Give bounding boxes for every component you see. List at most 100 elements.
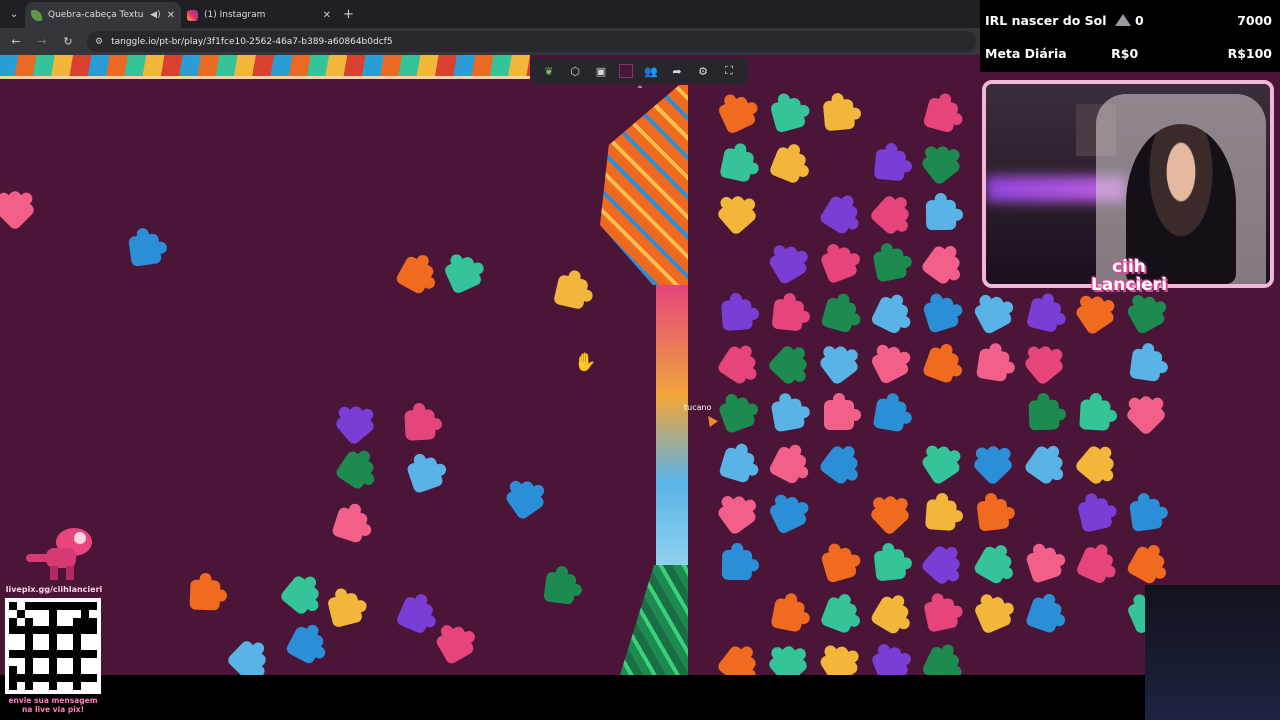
puzzle-piece[interactable] [819,595,859,635]
puzzle-piece[interactable] [0,188,37,232]
puzzle-piece[interactable] [872,247,908,283]
tab-instagram[interactable]: (1) Instagram ✕ [181,2,337,28]
url-field[interactable]: ⚙ tanggle.io/pt-br/play/3f1fce10-2562-46… [87,31,976,52]
close-icon[interactable]: ✕ [323,10,331,21]
puzzle-piece[interactable] [868,193,912,237]
puzzle-piece[interactable] [553,274,589,310]
puzzle-piece[interactable] [920,244,962,286]
puzzle-piece[interactable] [1074,294,1116,336]
puzzle-piece[interactable] [869,594,911,636]
puzzle-piece[interactable] [872,397,908,433]
puzzle-piece[interactable] [1077,497,1113,533]
puzzle-piece[interactable] [817,443,861,487]
puzzle-piece[interactable] [868,493,912,537]
settings-icon[interactable]: ⚙ [695,63,711,79]
puzzle-piece[interactable] [1025,296,1063,334]
puzzle-piece[interactable] [870,645,910,675]
puzzle-piece[interactable] [334,449,376,491]
speaker-icon[interactable]: ◀) [150,10,160,20]
puzzle-piece[interactable] [1075,545,1115,585]
puzzle-piece[interactable] [718,446,756,484]
puzzle-piece[interactable] [818,194,860,236]
puzzle-piece[interactable] [767,444,809,486]
puzzle-piece[interactable] [972,294,1014,336]
puzzle-piece[interactable] [925,199,957,231]
puzzle-piece[interactable] [1028,399,1060,431]
puzzle-piece[interactable] [922,96,960,134]
puzzle-piece[interactable] [924,498,958,532]
puzzle-piece[interactable] [1024,595,1064,635]
site-info-icon[interactable]: ⚙ [95,37,103,47]
puzzle-piece[interactable] [128,233,162,267]
collapse-toolbar-icon[interactable]: ⌃ [630,85,650,99]
puzzle-piece[interactable] [824,393,861,430]
puzzle-piece[interactable] [1073,443,1117,487]
puzzle-piece[interactable] [822,98,856,132]
tab-puzzle[interactable]: Quebra-cabeça Texturas ◀) ✕ [25,2,181,28]
puzzle-piece[interactable] [768,145,808,185]
fullscreen-icon[interactable]: ⛶ [721,63,737,79]
reload-icon[interactable]: ↻ [61,35,75,48]
share-icon[interactable]: ➦ [669,63,685,79]
puzzle-piece[interactable] [434,624,476,666]
puzzle-piece[interactable] [766,643,810,675]
puzzle-piece[interactable] [715,193,759,237]
puzzle-piece[interactable] [817,343,861,387]
puzzle-piece[interactable] [921,345,961,385]
puzzle-piece[interactable] [923,597,959,633]
puzzle-piece[interactable] [921,645,961,675]
puzzle-piece[interactable] [720,298,754,332]
puzzle-piece[interactable] [819,245,859,285]
puzzle-piece[interactable] [767,494,809,536]
puzzle-piece[interactable] [922,296,960,334]
puzzle-piece[interactable] [818,644,860,675]
puzzle-piece[interactable] [326,591,364,629]
puzzle-piece[interactable] [189,579,221,611]
puzzle-piece[interactable] [766,343,810,387]
puzzle-piece[interactable] [873,148,907,182]
puzzle-piece[interactable] [770,597,806,633]
puzzle-piece[interactable] [716,494,758,536]
puzzle-piece[interactable] [721,549,753,581]
forward-icon[interactable]: → [35,35,49,48]
puzzle-piece[interactable] [919,143,963,187]
puzzle-piece[interactable] [975,347,1011,383]
puzzle-piece[interactable] [716,344,758,386]
puzzle-piece[interactable] [333,403,377,447]
puzzle-piece[interactable] [717,395,757,435]
leaf-icon[interactable]: ❦ [541,63,557,79]
puzzle-piece[interactable] [920,444,962,486]
puzzle-piece[interactable] [820,296,858,334]
puzzle-piece[interactable] [1125,294,1167,336]
puzzle-piece[interactable] [404,409,436,441]
puzzle-piece[interactable] [284,624,326,666]
back-icon[interactable]: ← [9,35,23,48]
puzzle-piece[interactable] [717,95,757,135]
puzzle-piece[interactable] [1079,399,1111,431]
puzzle-piece[interactable] [405,455,445,495]
puzzle-piece[interactable] [395,595,435,635]
puzzle-piece[interactable] [869,294,911,336]
puzzle-piece[interactable] [1129,348,1163,382]
new-tab-icon[interactable]: + [343,7,354,22]
close-icon[interactable]: ✕ [167,10,175,21]
puzzle-piece[interactable] [919,543,963,587]
puzzle-piece[interactable] [1124,393,1168,437]
puzzle-piece[interactable] [973,595,1013,635]
background-color-swatch[interactable] [619,64,633,78]
puzzle-piece[interactable] [1022,343,1066,387]
puzzle-piece[interactable] [1025,546,1063,584]
tab-search-icon[interactable]: ⌄ [3,3,25,25]
puzzle-piece[interactable] [225,638,269,675]
puzzle-piece[interactable] [443,255,483,295]
puzzle-piece[interactable] [972,544,1014,586]
puzzle-piece[interactable] [278,573,322,617]
puzzle-piece[interactable] [504,479,546,521]
puzzle-piece[interactable] [869,344,911,386]
puzzle-piece[interactable] [767,244,809,286]
puzzle-piece[interactable] [770,397,806,433]
puzzle-piece[interactable] [1129,498,1163,532]
puzzle-piece[interactable] [331,506,369,544]
image-icon[interactable]: ▣ [593,63,609,79]
puzzle-piece[interactable] [820,546,858,584]
